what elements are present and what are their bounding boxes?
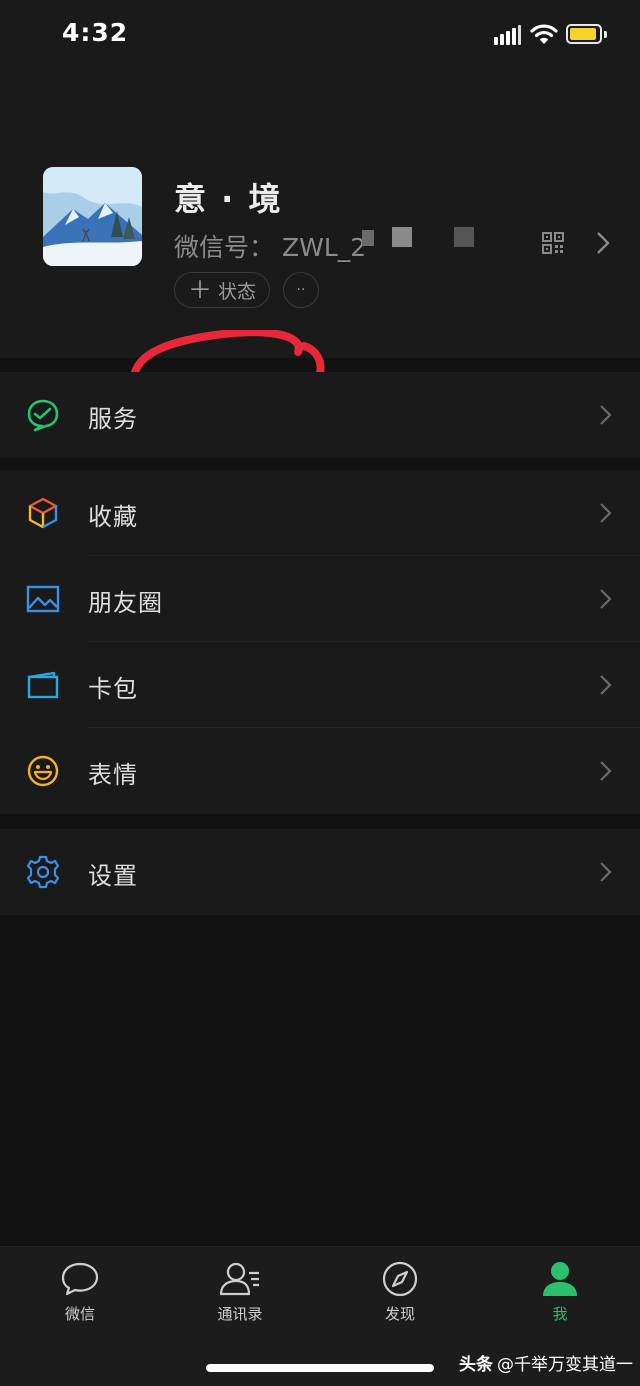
menu-item-settings[interactable]: 设置 — [0, 829, 640, 915]
profile-header[interactable]: 意 · 境 微信号： ZWL_2 ＋ 状态 ·· — [0, 70, 640, 420]
tab-discover[interactable]: 发现 — [350, 1261, 450, 1324]
wechat-id-value: ZWL_2 — [282, 233, 367, 262]
chevron-right-icon[interactable] — [596, 231, 610, 255]
smiley-face-icon — [27, 755, 59, 787]
menu-label: 卡包 — [88, 675, 138, 703]
add-status-label: 状态 — [217, 280, 256, 303]
status-more-button[interactable]: ·· — [283, 272, 319, 308]
compass-icon — [382, 1261, 418, 1297]
tab-me[interactable]: 我 — [510, 1261, 610, 1324]
menu-label: 服务 — [88, 405, 138, 433]
menu-label: 朋友圈 — [88, 589, 163, 617]
qr-code-icon[interactable] — [542, 232, 564, 254]
features-section: 收藏 朋友圈 卡包 表情 — [0, 470, 640, 814]
avatar-image — [43, 167, 142, 266]
tab-label: 微信 — [64, 1305, 95, 1323]
privacy-mosaic — [392, 227, 412, 247]
watermark-brand: 头条 — [459, 1355, 493, 1375]
moments-picture-icon — [26, 585, 60, 613]
watermark-handle: @千举万变其道一 — [497, 1355, 633, 1375]
nickname: 意 · 境 — [174, 180, 283, 218]
plus-icon: ＋ — [187, 276, 212, 304]
chevron-right-icon — [600, 405, 612, 425]
avatar[interactable] — [43, 167, 142, 266]
clock: 4:32 — [62, 18, 129, 47]
chat-bubble-icon — [61, 1262, 99, 1296]
wechat-id: 微信号： ZWL_2 — [174, 228, 366, 264]
gear-icon — [26, 855, 60, 889]
chevron-right-icon — [600, 675, 612, 695]
chevron-right-icon — [600, 503, 612, 523]
privacy-mosaic — [454, 227, 474, 247]
wifi-icon — [530, 24, 558, 44]
chevron-right-icon — [600, 761, 612, 781]
cellular-signal-icon — [494, 25, 522, 45]
add-status-button[interactable]: ＋ 状态 — [174, 272, 270, 308]
battery-icon — [566, 24, 607, 44]
wallet-card-icon — [27, 671, 59, 699]
tab-label: 通讯录 — [217, 1305, 263, 1323]
favorites-cube-icon — [28, 497, 58, 529]
menu-item-services[interactable]: 服务 — [0, 372, 640, 458]
home-indicator[interactable] — [206, 1364, 434, 1372]
settings-section: 设置 — [0, 829, 640, 915]
tab-label: 发现 — [384, 1305, 415, 1323]
tab-chats[interactable]: 微信 — [30, 1261, 130, 1324]
wechat-id-label: 微信号： — [174, 233, 275, 262]
menu-item-favorites[interactable]: 收藏 — [0, 470, 640, 556]
services-icon — [27, 399, 59, 432]
tab-label: 我 — [552, 1305, 568, 1323]
more-dots-icon: ·· — [296, 282, 306, 298]
menu-label: 表情 — [88, 761, 138, 789]
me-person-icon — [543, 1262, 577, 1296]
menu-label: 收藏 — [88, 503, 138, 531]
chevron-right-icon — [600, 862, 612, 882]
status-bar: 4:32 — [0, 0, 640, 70]
menu-item-moments[interactable]: 朋友圈 — [0, 556, 640, 642]
tab-contacts[interactable]: 通讯录 — [190, 1261, 290, 1324]
privacy-mosaic — [362, 230, 374, 246]
services-section: 服务 — [0, 372, 640, 458]
menu-item-stickers[interactable]: 表情 — [0, 728, 640, 814]
watermark: 头条 @千举万变其道一 — [459, 1350, 633, 1375]
chevron-right-icon — [600, 589, 612, 609]
menu-item-card-wallet[interactable]: 卡包 — [0, 642, 640, 728]
menu-label: 设置 — [88, 862, 138, 890]
contacts-person-icon — [219, 1262, 259, 1296]
